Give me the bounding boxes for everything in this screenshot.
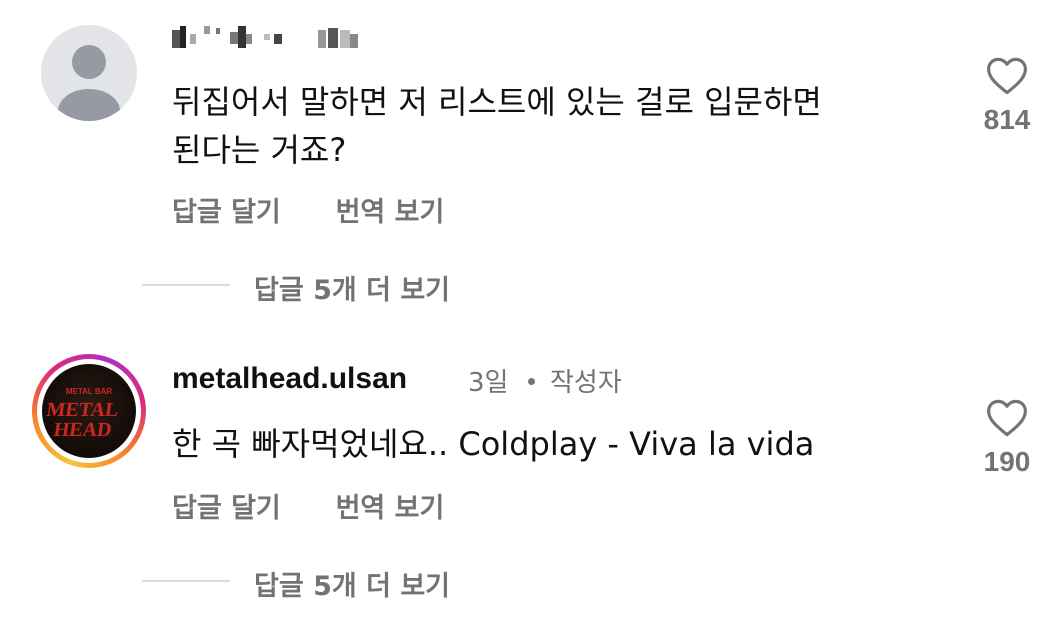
replies-divider: [142, 580, 230, 582]
metal-head-logo-icon: METAL BAR METAL HEAD: [45, 387, 120, 441]
comment-age: 3일: [468, 368, 509, 398]
like-count: 190: [983, 446, 1031, 477]
author-badge: 작성자: [550, 368, 622, 398]
comment-text: 한 곡 빠자먹었네요.. Coldplay - Viva la vida: [172, 425, 815, 463]
logo-main-text-2: HEAD: [52, 419, 113, 441]
comment-item: METAL BAR METAL HEAD metalhead.ulsan 3일 …: [0, 0, 1056, 602]
separator-dot: [528, 378, 535, 385]
avatar-ring-gap: METAL BAR METAL HEAD: [37, 359, 141, 463]
username-link[interactable]: metalhead.ulsan: [172, 362, 407, 396]
comment-actions: 답글 달기 번역 보기: [172, 486, 444, 525]
translate-button[interactable]: 번역 보기: [336, 486, 445, 525]
avatar: METAL BAR METAL HEAD: [42, 364, 136, 458]
reply-button[interactable]: 답글 달기: [172, 486, 281, 525]
like-button[interactable]: 190: [967, 398, 1047, 478]
heart-outline-icon: [987, 399, 1027, 437]
logo-top-text: METAL BAR: [66, 387, 113, 396]
logo-main-text-1: METAL: [45, 399, 120, 421]
view-replies-button[interactable]: 답글 5개 더 보기: [254, 564, 450, 603]
avatar-story-ring[interactable]: METAL BAR METAL HEAD: [32, 354, 146, 468]
